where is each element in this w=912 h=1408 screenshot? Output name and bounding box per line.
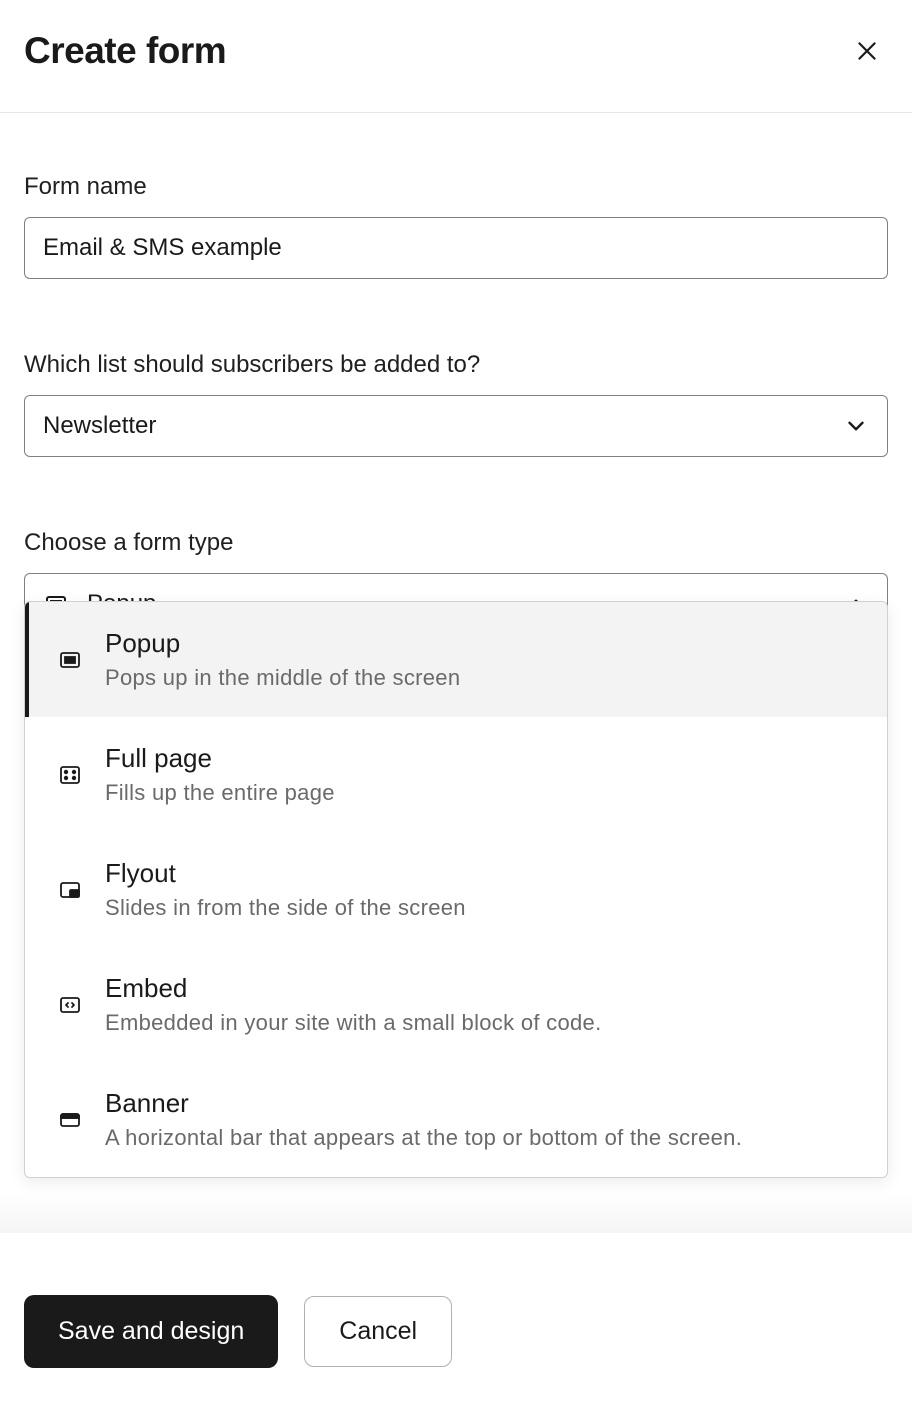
save-and-design-button[interactable]: Save and design — [24, 1295, 278, 1368]
modal-header: Create form — [0, 0, 912, 113]
page-title: Create form — [24, 30, 226, 72]
list-select[interactable]: Newsletter — [24, 395, 888, 457]
list-select-group: Which list should subscribers be added t… — [24, 351, 888, 457]
form-type-label: Choose a form type — [24, 529, 888, 557]
modal-footer: Save and design Cancel — [0, 1295, 912, 1368]
option-desc: Embedded in your site with a small block… — [105, 1010, 602, 1036]
form-type-option-popup[interactable]: Popup Pops up in the middle of the scree… — [25, 602, 887, 717]
form-type-dropdown: Popup Pops up in the middle of the scree… — [24, 601, 888, 1178]
form-name-label: Form name — [24, 173, 888, 201]
form-type-option-flyout[interactable]: Flyout Slides in from the side of the sc… — [25, 832, 887, 947]
form-type-group: Choose a form type Popup — [24, 529, 888, 635]
fullpage-icon — [57, 762, 83, 788]
form-type-option-embed[interactable]: Embed Embedded in your site with a small… — [25, 947, 887, 1062]
form-type-option-fullpage[interactable]: Full page Fills up the entire page — [25, 717, 887, 832]
option-title: Flyout — [105, 858, 466, 889]
footer-shadow — [0, 1193, 912, 1233]
form-type-option-banner[interactable]: Banner A horizontal bar that appears at … — [25, 1062, 887, 1177]
option-desc: Slides in from the side of the screen — [105, 895, 466, 921]
flyout-icon — [57, 877, 83, 903]
embed-icon — [57, 992, 83, 1018]
option-desc: Pops up in the middle of the screen — [105, 665, 460, 691]
close-icon — [854, 38, 880, 64]
option-title: Popup — [105, 628, 460, 659]
form-name-input[interactable] — [24, 217, 888, 279]
option-desc: A horizontal bar that appears at the top… — [105, 1125, 742, 1151]
option-desc: Fills up the entire page — [105, 780, 335, 806]
list-select-label: Which list should subscribers be added t… — [24, 351, 888, 379]
option-title: Embed — [105, 973, 602, 1004]
chevron-down-icon — [843, 413, 869, 439]
banner-icon — [57, 1107, 83, 1133]
form-body: Form name Which list should subscribers … — [0, 113, 912, 635]
cancel-button[interactable]: Cancel — [304, 1296, 452, 1367]
option-title: Full page — [105, 743, 335, 774]
form-name-group: Form name — [24, 173, 888, 279]
popup-icon — [57, 647, 83, 673]
list-select-value: Newsletter — [43, 412, 156, 440]
close-button[interactable] — [846, 30, 888, 72]
option-title: Banner — [105, 1088, 742, 1119]
